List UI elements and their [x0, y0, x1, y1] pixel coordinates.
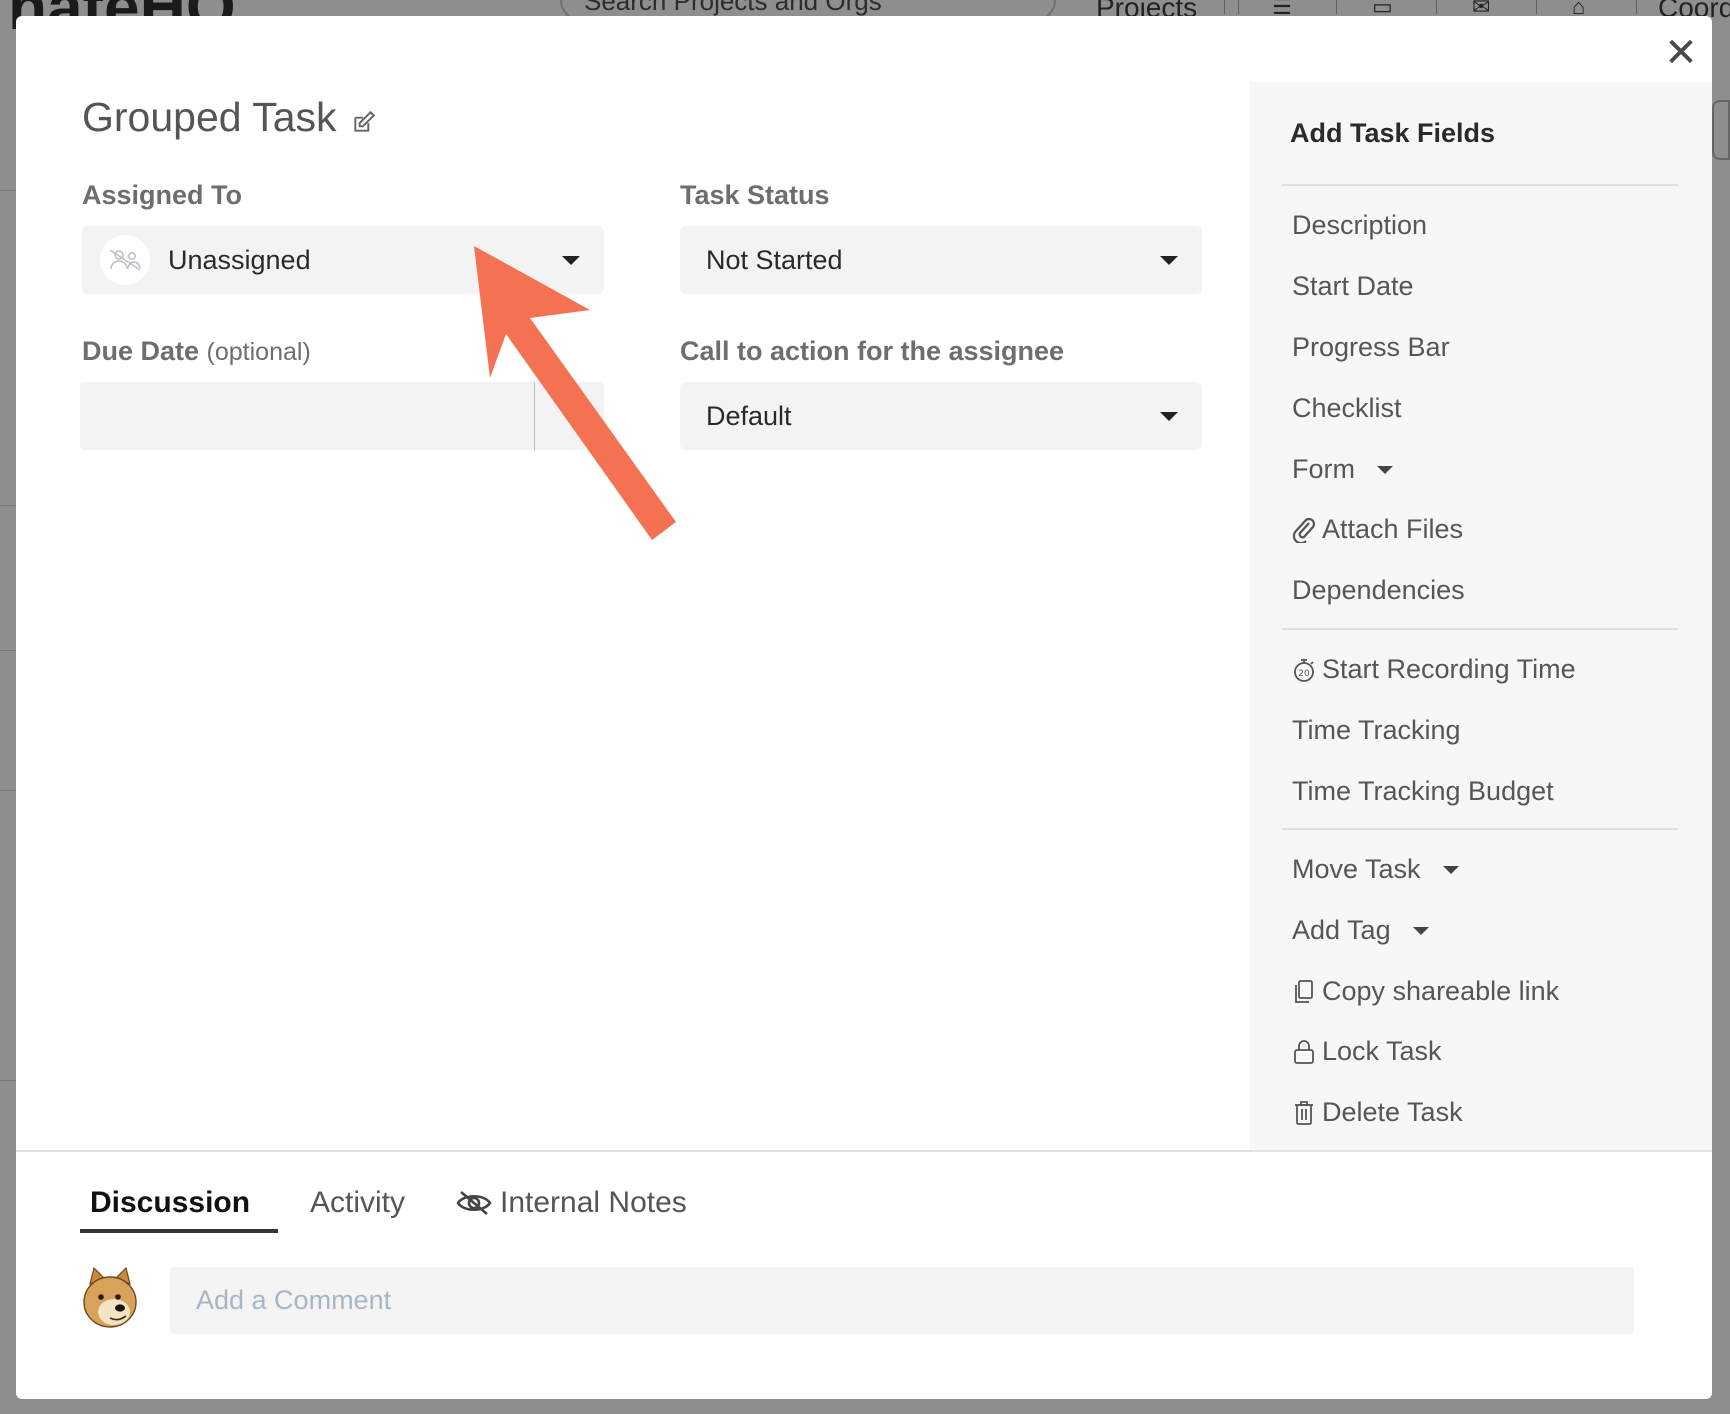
- stopwatch-icon: 20: [1294, 658, 1314, 682]
- nav-divider: [1336, 0, 1337, 14]
- sidebar-item-progress-bar[interactable]: Progress Bar: [1292, 332, 1450, 363]
- sidebar-item-label: Dependencies: [1292, 575, 1465, 605]
- sidebar-item-label: Copy shareable link: [1322, 976, 1560, 1006]
- task-status-select[interactable]: Not Started: [680, 226, 1202, 294]
- cta-select[interactable]: Default: [680, 382, 1202, 450]
- sidebar-item-add-tag[interactable]: Add Tag: [1292, 915, 1429, 946]
- close-button[interactable]: ✕: [1656, 28, 1706, 78]
- chevron-down-icon: [1160, 412, 1178, 421]
- add-task-fields-panel: Add Task Fields Description Start Date P…: [1250, 82, 1712, 1152]
- nav-divider: [1436, 0, 1437, 14]
- date-separator: [534, 382, 535, 450]
- cta-label: Call to action for the assignee: [680, 336, 1065, 366]
- bottom-divider: [16, 1150, 1712, 1152]
- sidebar-item-checklist[interactable]: Checklist: [1292, 393, 1402, 424]
- due-date-label: Due Date (optional): [82, 336, 311, 367]
- sidebar-item-label: Attach Files: [1322, 514, 1464, 544]
- sidebar-item-dependencies[interactable]: Dependencies: [1292, 575, 1465, 606]
- cta-value: Default: [706, 400, 792, 431]
- chevron-down-icon: [1377, 465, 1393, 474]
- bg-row-line: [0, 1080, 16, 1081]
- tab-discussion[interactable]: Discussion: [90, 1186, 250, 1220]
- task-status-value: Not Started: [706, 244, 843, 275]
- tab-internal-notes[interactable]: Internal Notes: [456, 1186, 687, 1220]
- sidebar-item-move-task[interactable]: Move Task: [1292, 854, 1459, 885]
- sidebar-item-label: Time Tracking Budget: [1292, 776, 1554, 806]
- task-status-label: Task Status: [680, 180, 830, 210]
- comment-input[interactable]: [170, 1267, 1634, 1334]
- paperclip-icon: [1292, 517, 1316, 543]
- due-date-optional-text: (optional): [206, 338, 311, 366]
- sidebar-item-label: Start Date: [1292, 271, 1414, 301]
- bg-row-line: [0, 650, 16, 651]
- task-modal: ✕ Grouped Task Assigned To Unassigned Ta…: [16, 16, 1712, 1399]
- trash-icon: [1295, 1100, 1313, 1125]
- tab-activity[interactable]: Activity: [310, 1186, 405, 1220]
- bg-row-line: [0, 505, 16, 506]
- nav-divider: [1238, 0, 1239, 14]
- assigned-to-label: Assigned To: [82, 180, 243, 210]
- due-date-label-text: Due Date: [82, 336, 200, 366]
- sidebar-item-label: Description: [1292, 210, 1428, 240]
- sidebar-item-label: Checklist: [1292, 393, 1402, 423]
- sidebar-item-label: Form: [1292, 454, 1355, 484]
- bg-side-tab: [1712, 100, 1730, 160]
- lock-icon: [1294, 1039, 1314, 1064]
- sidebar-item-label: Start Recording Time: [1322, 654, 1576, 684]
- sidebar-divider: [1282, 184, 1678, 186]
- chevron-down-icon: [1412, 926, 1429, 935]
- sidebar-item-lock-task[interactable]: Lock Task: [1292, 1036, 1442, 1067]
- sidebar-item-start-recording-time[interactable]: 20 Start Recording Time: [1292, 654, 1576, 685]
- sidebar-item-time-tracking-budget[interactable]: Time Tracking Budget: [1292, 776, 1554, 807]
- unassigned-avatar-icon: [100, 235, 150, 285]
- task-title: Grouped Task: [82, 94, 377, 141]
- sidebar-item-label: Add Tag: [1292, 915, 1391, 945]
- nav-divider: [1536, 0, 1537, 14]
- chevron-down-icon: [562, 256, 580, 265]
- edit-icon[interactable]: [351, 109, 377, 135]
- sidebar-item-form[interactable]: Form: [1292, 454, 1393, 485]
- active-tab-underline: [80, 1229, 278, 1233]
- sidebar-item-time-tracking[interactable]: Time Tracking: [1292, 715, 1461, 746]
- task-title-text: Grouped Task: [82, 94, 337, 140]
- sidebar-item-label: Lock Task: [1322, 1036, 1442, 1066]
- chevron-down-icon: [1160, 256, 1178, 265]
- add-task-fields-title: Add Task Fields: [1290, 118, 1496, 148]
- svg-text:20: 20: [1298, 669, 1310, 679]
- bg-row-line: [0, 190, 16, 191]
- sidebar-item-copy-link[interactable]: Copy shareable link: [1292, 976, 1559, 1007]
- sidebar-item-label: Progress Bar: [1292, 332, 1450, 362]
- assigned-to-select[interactable]: Unassigned: [82, 226, 604, 294]
- chevron-down-icon: [1442, 865, 1459, 874]
- sidebar-item-attach-files[interactable]: Attach Files: [1292, 514, 1463, 545]
- sidebar-divider: [1282, 628, 1678, 630]
- nav-divider: [1224, 0, 1225, 14]
- sidebar-item-start-date[interactable]: Start Date: [1292, 271, 1414, 302]
- eye-slash-icon: [456, 1191, 492, 1215]
- sidebar-item-label: Delete Task: [1322, 1097, 1463, 1127]
- bg-row-line: [0, 790, 16, 791]
- assigned-to-value: Unassigned: [168, 244, 311, 275]
- copy-icon: [1295, 979, 1313, 1003]
- sidebar-item-label: Move Task: [1292, 854, 1421, 884]
- sidebar-item-description[interactable]: Description: [1292, 210, 1427, 241]
- sidebar-divider: [1282, 828, 1678, 830]
- user-avatar: [83, 1266, 137, 1328]
- tab-internal-notes-label: Internal Notes: [500, 1186, 687, 1219]
- sidebar-item-delete-task[interactable]: Delete Task: [1292, 1097, 1463, 1128]
- nav-divider: [1636, 0, 1637, 14]
- sidebar-item-label: Time Tracking: [1292, 715, 1461, 745]
- due-date-input[interactable]: [80, 382, 604, 450]
